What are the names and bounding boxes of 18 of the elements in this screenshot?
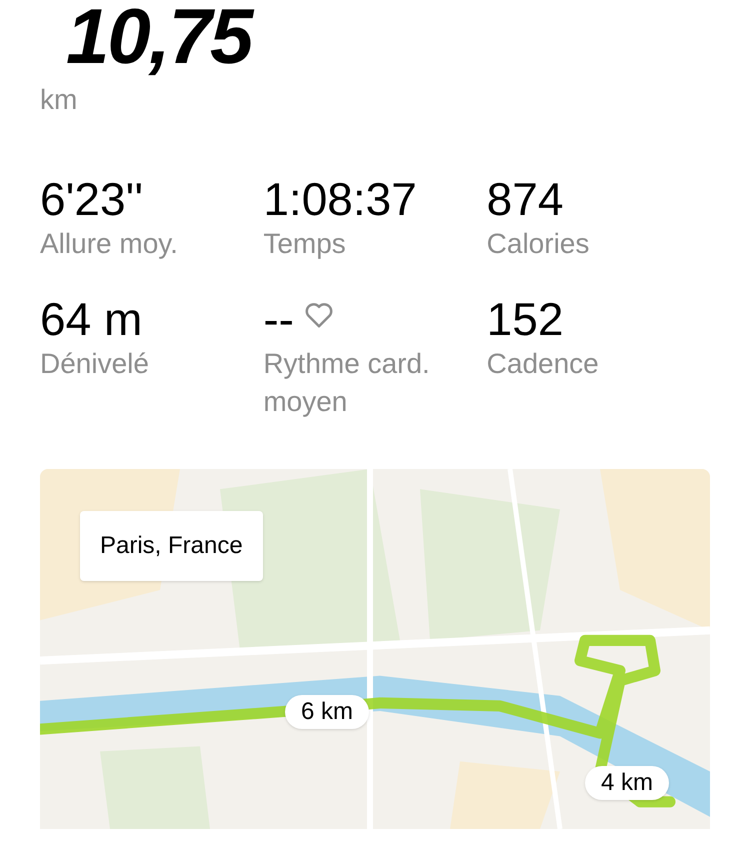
route-map[interactable]: Paris, France 6 km 4 km <box>40 469 710 829</box>
stat-value: 1:08:37 <box>263 173 417 225</box>
stat-label: Cadence <box>486 347 599 381</box>
stat-label: Calories <box>486 227 590 261</box>
stat-value: 152 <box>486 293 564 345</box>
stat-label: Dénivelé <box>40 347 149 381</box>
stat-label: Allure moy. <box>40 227 178 261</box>
stat-label: Rythme card. moyen <box>263 347 431 419</box>
stat-value: -- <box>263 293 294 345</box>
stat-label: Temps <box>263 227 346 261</box>
distance-marker: 6 km <box>285 695 370 729</box>
distance-unit: km <box>40 86 78 114</box>
location-label: Paris, France <box>80 511 263 581</box>
stat-value: 64 m <box>40 293 142 345</box>
stat-value: 874 <box>486 173 564 225</box>
stat-value: 6'23'' <box>40 173 144 225</box>
distance-marker: 4 km <box>585 766 670 800</box>
heart-icon <box>304 301 334 329</box>
